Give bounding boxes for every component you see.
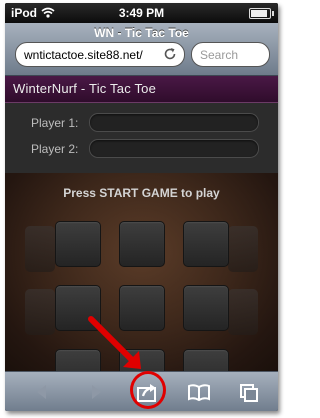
player-2-row: Player 2: xyxy=(5,139,278,161)
ios-device-screen: iPod 3:49 PM WN - Tic Tac Toe wntictacto… xyxy=(5,3,278,411)
board-cell[interactable] xyxy=(183,285,229,331)
browser-header: WN - Tic Tac Toe wntictactoe.site88.net/… xyxy=(5,23,278,76)
site-title: WinterNurf - Tic Tac Toe xyxy=(13,81,157,96)
board-cell[interactable] xyxy=(55,221,101,267)
status-bar: iPod 3:49 PM xyxy=(5,3,278,23)
reload-icon[interactable] xyxy=(162,46,178,62)
site-header: WinterNurf - Tic Tac Toe xyxy=(5,76,278,103)
board-decoration xyxy=(25,289,55,335)
player-panel: Player 1: Player 2: xyxy=(5,103,278,173)
clock: 3:49 PM xyxy=(118,6,165,20)
annotation-circle xyxy=(130,371,166,409)
battery-icon xyxy=(249,8,274,19)
search-input[interactable]: Search xyxy=(191,42,270,67)
player-1-row: Player 1: xyxy=(5,113,278,135)
player-2-label: Player 2: xyxy=(31,142,79,156)
board-decoration xyxy=(228,289,258,335)
board-decoration xyxy=(25,226,55,272)
board-cell[interactable] xyxy=(119,221,165,267)
back-icon[interactable] xyxy=(29,379,57,405)
url-text: wntictactoe.site88.net/ xyxy=(24,48,143,62)
player-1-input[interactable] xyxy=(89,113,259,132)
game-status-message: Press START GAME to play xyxy=(63,186,220,200)
search-placeholder: Search xyxy=(200,48,239,62)
address-bar[interactable]: wntictactoe.site88.net/ xyxy=(15,42,185,67)
page-title: WN - Tic Tac Toe xyxy=(94,26,189,40)
battery-level-fill xyxy=(251,10,268,17)
board-cell[interactable] xyxy=(183,221,229,267)
pages-icon[interactable] xyxy=(235,379,263,405)
board-decoration xyxy=(228,226,258,272)
bookmarks-icon[interactable] xyxy=(185,379,213,405)
player-1-label: Player 1: xyxy=(31,116,79,130)
player-2-input[interactable] xyxy=(89,139,259,158)
